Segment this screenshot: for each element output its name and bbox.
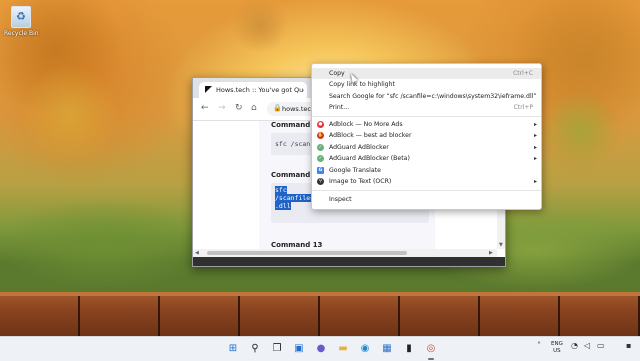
home-icon[interactable]: ⌂: [251, 103, 257, 113]
menu-item-label: Inspect: [329, 196, 352, 203]
terminal-icon[interactable]: ▮: [401, 341, 417, 357]
speaker-icon[interactable]: ◁: [584, 341, 590, 350]
language-region: US: [553, 348, 561, 354]
adblock-icon: ●: [317, 121, 324, 128]
menu-item-adblock-best-ad-blocker[interactable]: ✋ AdBlock — best ad blocker ▸: [312, 130, 541, 141]
store-icon[interactable]: ▦: [379, 341, 395, 357]
menu-item-label: Google Translate: [329, 167, 381, 174]
menu-item-adguard-adblocker-beta[interactable]: ✓ AdGuard AdBlocker (Beta) ▸: [312, 153, 541, 164]
scroll-left-icon[interactable]: ◀: [195, 250, 199, 256]
submenu-chevron-icon: ▸: [533, 178, 537, 185]
menu-item-label: AdBlock — best ad blocker: [329, 132, 412, 139]
menu-item-copy-link-to-highlight[interactable]: Copy link to highlight: [312, 79, 541, 90]
task-view-icon[interactable]: ❐: [269, 341, 285, 357]
notification-icon[interactable]: ▪: [626, 341, 631, 350]
table-edge: [0, 292, 640, 296]
menu-divider: [312, 190, 541, 191]
adblock-hand-icon: ✋: [317, 132, 324, 139]
reload-icon[interactable]: ↻: [235, 103, 243, 113]
horizontal-scrollbar-thumb[interactable]: [207, 251, 407, 255]
chat-icon[interactable]: ●: [313, 341, 329, 357]
back-arrow-icon[interactable]: ←: [201, 103, 209, 113]
menu-item-image-to-text[interactable]: ⚲ Image to Text (OCR) ▸: [312, 176, 541, 187]
menu-item-shortcut: Ctrl+C: [513, 70, 533, 77]
folder-icon[interactable]: ▬: [335, 341, 351, 357]
menu-item-label: Adblock — No More Ads: [329, 121, 403, 128]
menu-item-adblock-no-more-ads[interactable]: ● Adblock — No More Ads ▸: [312, 119, 541, 130]
horizontal-scrollbar[interactable]: ◀ ▶: [193, 249, 497, 257]
desktop-icon-recycle-bin[interactable]: ♻ Recycle Bin: [4, 6, 39, 37]
window-bottom-edge: [193, 257, 505, 266]
menu-item-search-google[interactable]: Search Google for “sfc /scanfile=c:\wind…: [312, 91, 541, 102]
menu-item-copy[interactable]: Copy Ctrl+C: [312, 68, 541, 79]
widgets-icon[interactable]: ▣: [291, 341, 307, 357]
command-13-heading: Command 13: [271, 241, 323, 249]
submenu-chevron-icon: ▸: [533, 155, 537, 162]
menu-item-label: Search Google for “sfc /scanfile=c:\wind…: [329, 93, 537, 100]
scroll-down-icon[interactable]: ▼: [499, 242, 503, 248]
adguard-shield-icon: ✓: [317, 144, 324, 151]
wifi-icon[interactable]: ◔: [571, 341, 578, 350]
edge-icon[interactable]: ◉: [357, 341, 373, 357]
taskbar: ⊞ ⚲ ❐ ▣ ● ▬ ◉ ▦ ▮ ◎ ˄ ENG US ◔ ◁ ▭ ▪: [0, 336, 640, 361]
menu-item-adguard-adblocker[interactable]: ✓ AdGuard AdBlocker ▸: [312, 142, 541, 153]
chrome-icon[interactable]: ◎: [423, 341, 439, 360]
selected-code-line: sfc: [275, 186, 287, 194]
command-11-code-text: sfc /scan: [275, 140, 311, 148]
menu-item-label: Print...: [329, 104, 350, 111]
forward-arrow-icon[interactable]: →: [218, 103, 226, 113]
menu-item-google-translate[interactable]: G Google Translate: [312, 165, 541, 176]
search-icon[interactable]: ⚲: [247, 341, 263, 357]
menu-item-label: Image to Text (OCR): [329, 178, 392, 185]
magnifier-icon: ⚲: [317, 178, 324, 185]
wooden-table: [0, 292, 640, 336]
menu-item-inspect[interactable]: Inspect: [312, 194, 541, 205]
menu-item-label: Copy: [329, 70, 345, 77]
scroll-right-icon[interactable]: ▶: [489, 250, 493, 256]
browser-tab[interactable]: Hows.tech :: You've got Question: [199, 82, 307, 98]
adguard-shield-icon: ✓: [317, 155, 324, 162]
google-translate-icon: G: [317, 167, 324, 174]
tray-chevron-icon[interactable]: ˄: [537, 341, 541, 350]
menu-item-shortcut: Ctrl+P: [513, 104, 533, 111]
menu-item-label: Copy link to highlight: [329, 81, 395, 88]
lock-icon: 🔒: [273, 104, 282, 112]
selected-code-line: .dll: [275, 202, 291, 210]
site-favicon-icon: [205, 86, 212, 93]
submenu-chevron-icon: ▸: [533, 121, 537, 128]
context-menu: Copy Ctrl+C Copy link to highlight Searc…: [311, 63, 542, 210]
menu-item-label: AdGuard AdBlocker: [329, 144, 389, 151]
language-code: ENG: [551, 341, 563, 347]
windows-start-icon[interactable]: ⊞: [225, 341, 241, 357]
language-indicator[interactable]: ENG US: [551, 341, 563, 355]
tab-title: Hows.tech :: You've got Question: [216, 86, 304, 94]
menu-item-label: AdGuard AdBlocker (Beta): [329, 155, 410, 162]
recycle-bin-icon: ♻: [11, 6, 31, 28]
menu-divider: [312, 116, 541, 117]
submenu-chevron-icon: ▸: [533, 144, 537, 151]
submenu-chevron-icon: ▸: [533, 132, 537, 139]
battery-icon[interactable]: ▭: [597, 341, 605, 350]
desktop-icon-label: Recycle Bin: [4, 30, 39, 37]
menu-item-print[interactable]: Print... Ctrl+P: [312, 102, 541, 113]
